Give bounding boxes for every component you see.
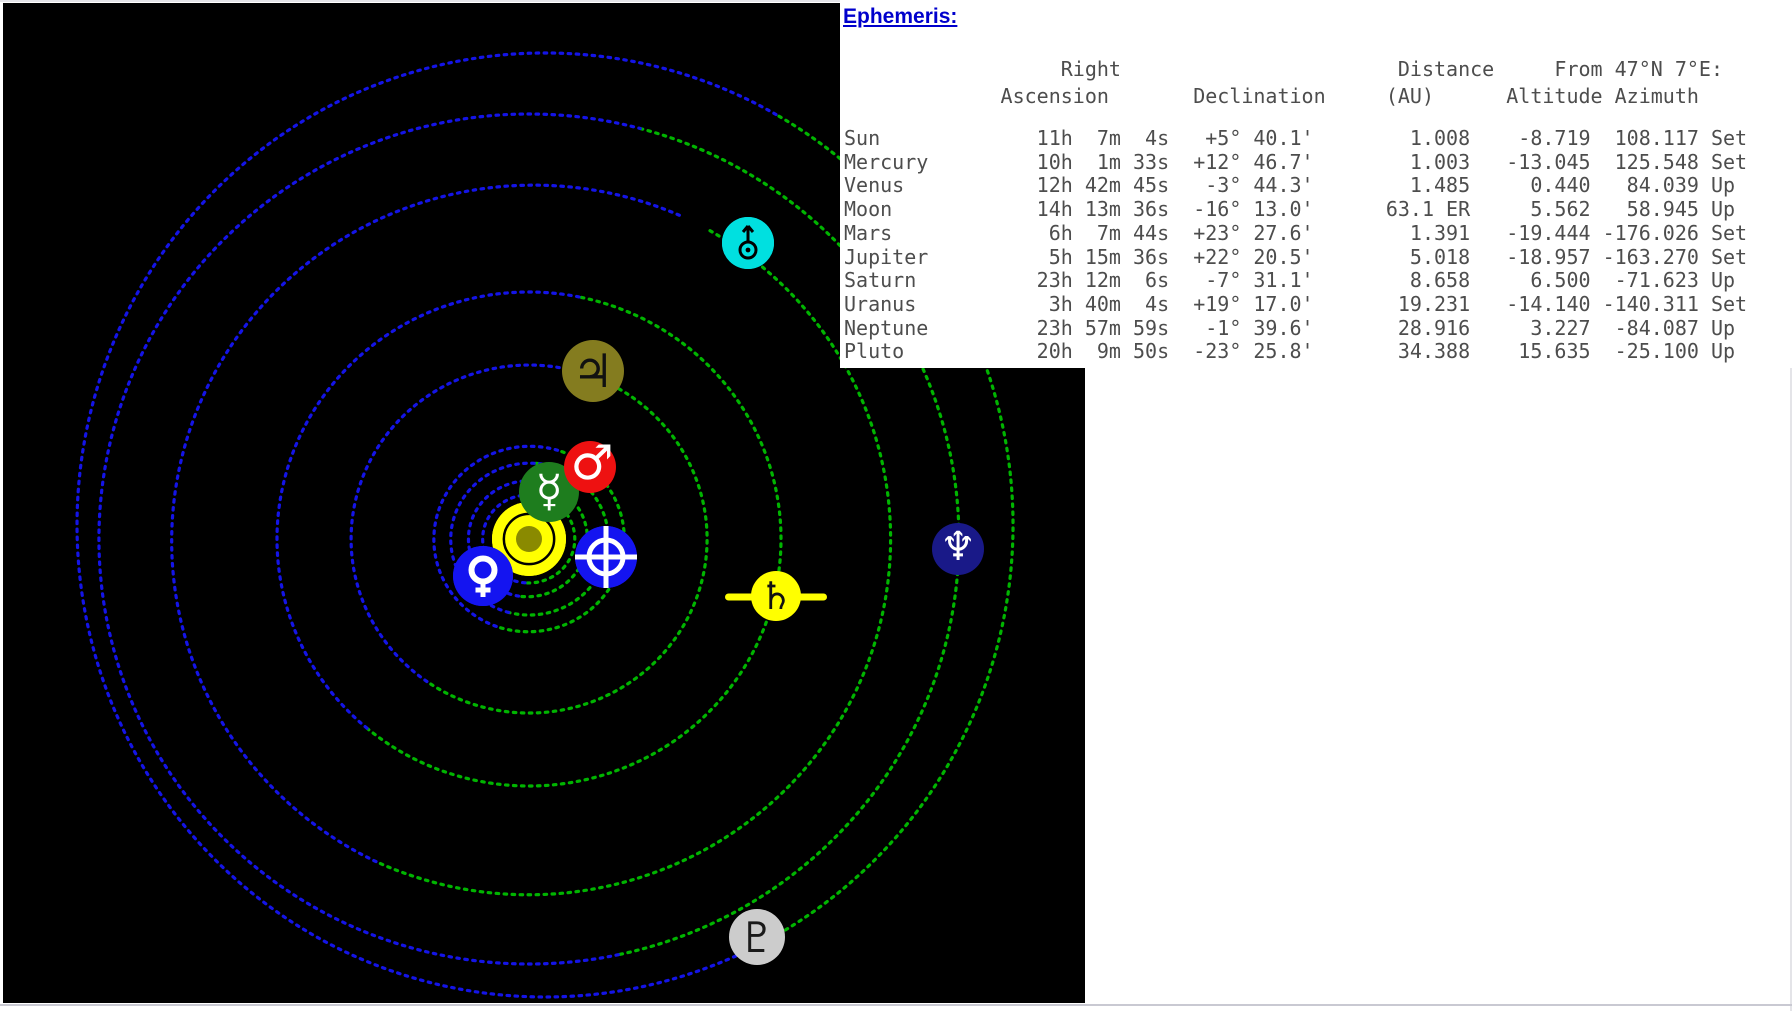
earth-symbol	[575, 526, 637, 588]
page-divider-rule	[0, 1004, 1792, 1006]
pluto-symbol: ♇	[729, 909, 785, 965]
solar-system-live-page: ☿♂ ♃ ♄ ♆ ♇ Ephemeris: Right Distance From 47…	[0, 0, 1792, 1011]
ephemeris-table-rows: Sun 11h 7m 4s +5° 40.1' 1.008 -8.719 108…	[844, 127, 1747, 364]
neptune-glyph: ♆	[940, 524, 976, 570]
ephemeris-panel: Ephemeris: Right Distance From 47°N 7°E:…	[840, 0, 1792, 368]
neptune-symbol: ♆	[932, 523, 984, 575]
mars-symbol: ♂	[564, 441, 616, 493]
saturn-glyph: ♄	[759, 574, 793, 618]
uranus-symbol	[722, 217, 774, 269]
mercury-glyph: ☿	[535, 466, 562, 517]
mars-glyph: ♂	[570, 435, 613, 491]
ephemeris-link[interactable]: Ephemeris:	[843, 5, 957, 29]
pluto-orbit-blue-arc	[77, 53, 779, 997]
jupiter-symbol: ♃	[562, 340, 624, 402]
jupiter-orbit-green-arc	[427, 376, 707, 714]
saturn-symbol: ♄	[751, 571, 801, 621]
venus-symbol	[453, 546, 513, 606]
jupiter-glyph: ♃	[572, 344, 613, 398]
ephemeris-table-header: Right Distance From 47°N 7°E: Ascension …	[844, 56, 1723, 110]
pluto-glyph: ♇	[738, 913, 776, 962]
